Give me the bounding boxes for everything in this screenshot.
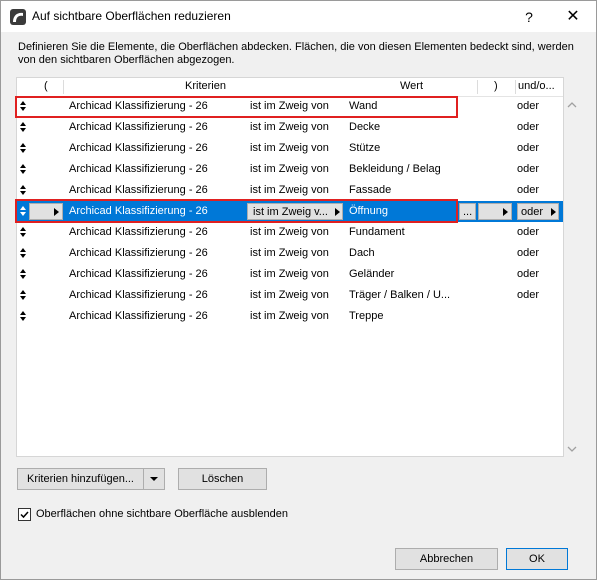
description-text: Definieren Sie die Elemente, die Oberflä…	[18, 41, 574, 66]
value-cell[interactable]: Geländer	[349, 268, 394, 280]
header-andor[interactable]: und/o...	[518, 80, 555, 92]
andor-cell[interactable]: oder	[517, 247, 539, 259]
operator-cell[interactable]: ist im Zweig von	[250, 142, 329, 154]
operator-cell[interactable]: ist im Zweig von	[250, 289, 329, 301]
sort-arrows-icon[interactable]	[19, 143, 27, 153]
andor-cell[interactable]: oder	[517, 142, 539, 154]
table-row[interactable]: Archicad Klassifizierung - 26 ist im Zwei…	[17, 222, 563, 243]
operator-cell[interactable]: ist im Zweig von	[250, 163, 329, 175]
sort-arrows-icon[interactable]	[19, 164, 27, 174]
value-cell[interactable]: Stütze	[349, 142, 380, 154]
sort-arrows-icon[interactable]	[19, 248, 27, 258]
checkmark-icon	[20, 511, 29, 519]
andor-cell[interactable]: oder	[517, 184, 539, 196]
table-row[interactable]: Archicad Klassifizierung - 26 ist im Zwei…	[17, 285, 563, 306]
criterion-cell[interactable]: Archicad Klassifizierung - 26	[69, 184, 208, 196]
value-cell[interactable]: Dach	[349, 247, 375, 259]
sort-arrows-icon[interactable]	[19, 290, 27, 300]
close-paren-selector[interactable]	[478, 203, 512, 220]
andor-cell[interactable]: oder	[517, 268, 539, 280]
sort-arrows-icon[interactable]	[19, 122, 27, 132]
triangle-right-icon	[503, 208, 508, 216]
value-browse-button[interactable]: ...	[459, 203, 476, 220]
criterion-cell[interactable]: Archicad Klassifizierung - 26	[69, 268, 208, 280]
sort-arrows-icon[interactable]	[19, 227, 27, 237]
add-criteria-button[interactable]: Kriterien hinzufügen...	[17, 468, 144, 490]
archicad-icon	[10, 9, 26, 25]
table-row[interactable]: Archicad Klassifizierung - 26 ist im Zwei…	[17, 117, 563, 138]
value-cell[interactable]: Decke	[349, 121, 380, 133]
criterion-cell[interactable]: Archicad Klassifizierung - 26	[69, 289, 208, 301]
close-button[interactable]: ✕	[559, 5, 587, 29]
criterion-cell[interactable]: Archicad Klassifizierung - 26	[69, 163, 208, 175]
title-bar: Auf sichtbare Oberflächen reduzieren ? ✕	[1, 1, 596, 32]
table-row[interactable]: Archicad Klassifizierung - 26 ist im Zwei…	[17, 159, 563, 180]
header-value[interactable]: Wert	[400, 80, 423, 92]
help-button[interactable]: ?	[517, 5, 541, 29]
operator-cell[interactable]: ist im Zweig von	[250, 310, 329, 322]
highlight-box-wand	[15, 96, 458, 118]
sort-arrows-icon[interactable]	[19, 269, 27, 279]
header-close-paren[interactable]: )	[494, 80, 498, 92]
operator-cell[interactable]: ist im Zweig von	[250, 268, 329, 280]
table-row[interactable]: Archicad Klassifizierung - 26 ist im Zwei…	[17, 306, 563, 327]
criterion-cell[interactable]: Archicad Klassifizierung - 26	[69, 310, 208, 322]
value-cell[interactable]: Fassade	[349, 184, 391, 196]
scroll-up-arrow-icon[interactable]	[566, 99, 578, 111]
scroll-down-arrow-icon[interactable]	[566, 443, 578, 455]
ok-button[interactable]: OK	[506, 548, 568, 570]
sort-arrows-icon[interactable]	[19, 311, 27, 321]
hide-surfaces-label[interactable]: Oberflächen ohne sichtbare Oberfläche au…	[36, 508, 288, 520]
table-row[interactable]: Archicad Klassifizierung - 26 ist im Zwei…	[17, 180, 563, 201]
value-cell[interactable]: Fundament	[349, 226, 405, 238]
window-title: Auf sichtbare Oberflächen reduzieren	[32, 9, 231, 23]
hide-surfaces-checkbox[interactable]	[18, 508, 31, 521]
criterion-cell[interactable]: Archicad Klassifizierung - 26	[69, 226, 208, 238]
chevron-down-icon	[150, 477, 158, 481]
value-cell[interactable]: Träger / Balken / U...	[349, 289, 450, 301]
table-row[interactable]: Archicad Klassifizierung - 26 ist im Zwei…	[17, 243, 563, 264]
value-cell[interactable]: Bekleidung / Belag	[349, 163, 441, 175]
criteria-list[interactable]: ( Kriterien Wert ) und/o... Archicad Kla…	[16, 77, 564, 457]
triangle-right-icon	[551, 208, 556, 216]
dialog-window: Auf sichtbare Oberflächen reduzieren ? ✕…	[0, 0, 597, 580]
andor-cell[interactable]: oder	[517, 121, 539, 133]
criterion-cell[interactable]: Archicad Klassifizierung - 26	[69, 247, 208, 259]
andor-cell[interactable]: oder	[517, 163, 539, 175]
criterion-cell[interactable]: Archicad Klassifizierung - 26	[69, 121, 208, 133]
operator-cell[interactable]: ist im Zweig von	[250, 226, 329, 238]
list-header: ( Kriterien Wert ) und/o...	[17, 78, 563, 97]
header-open-paren[interactable]: (	[44, 80, 48, 92]
operator-cell[interactable]: ist im Zweig von	[250, 121, 329, 133]
add-criteria-dropdown[interactable]	[143, 468, 165, 490]
operator-cell[interactable]: ist im Zweig von	[250, 247, 329, 259]
header-criteria[interactable]: Kriterien	[185, 80, 226, 92]
andor-selector[interactable]: oder	[517, 203, 559, 220]
table-row[interactable]: Archicad Klassifizierung - 26 ist im Zwei…	[17, 138, 563, 159]
delete-button[interactable]: Löschen	[178, 468, 267, 490]
operator-cell[interactable]: ist im Zweig von	[250, 184, 329, 196]
andor-cell[interactable]: oder	[517, 226, 539, 238]
highlight-box-oeffnung	[15, 199, 458, 223]
sort-arrows-icon[interactable]	[19, 185, 27, 195]
andor-cell[interactable]: oder	[517, 100, 539, 112]
andor-cell[interactable]: oder	[517, 289, 539, 301]
criterion-cell[interactable]: Archicad Klassifizierung - 26	[69, 142, 208, 154]
table-row[interactable]: Archicad Klassifizierung - 26 ist im Zwei…	[17, 264, 563, 285]
cancel-button[interactable]: Abbrechen	[395, 548, 498, 570]
value-cell[interactable]: Treppe	[349, 310, 383, 322]
